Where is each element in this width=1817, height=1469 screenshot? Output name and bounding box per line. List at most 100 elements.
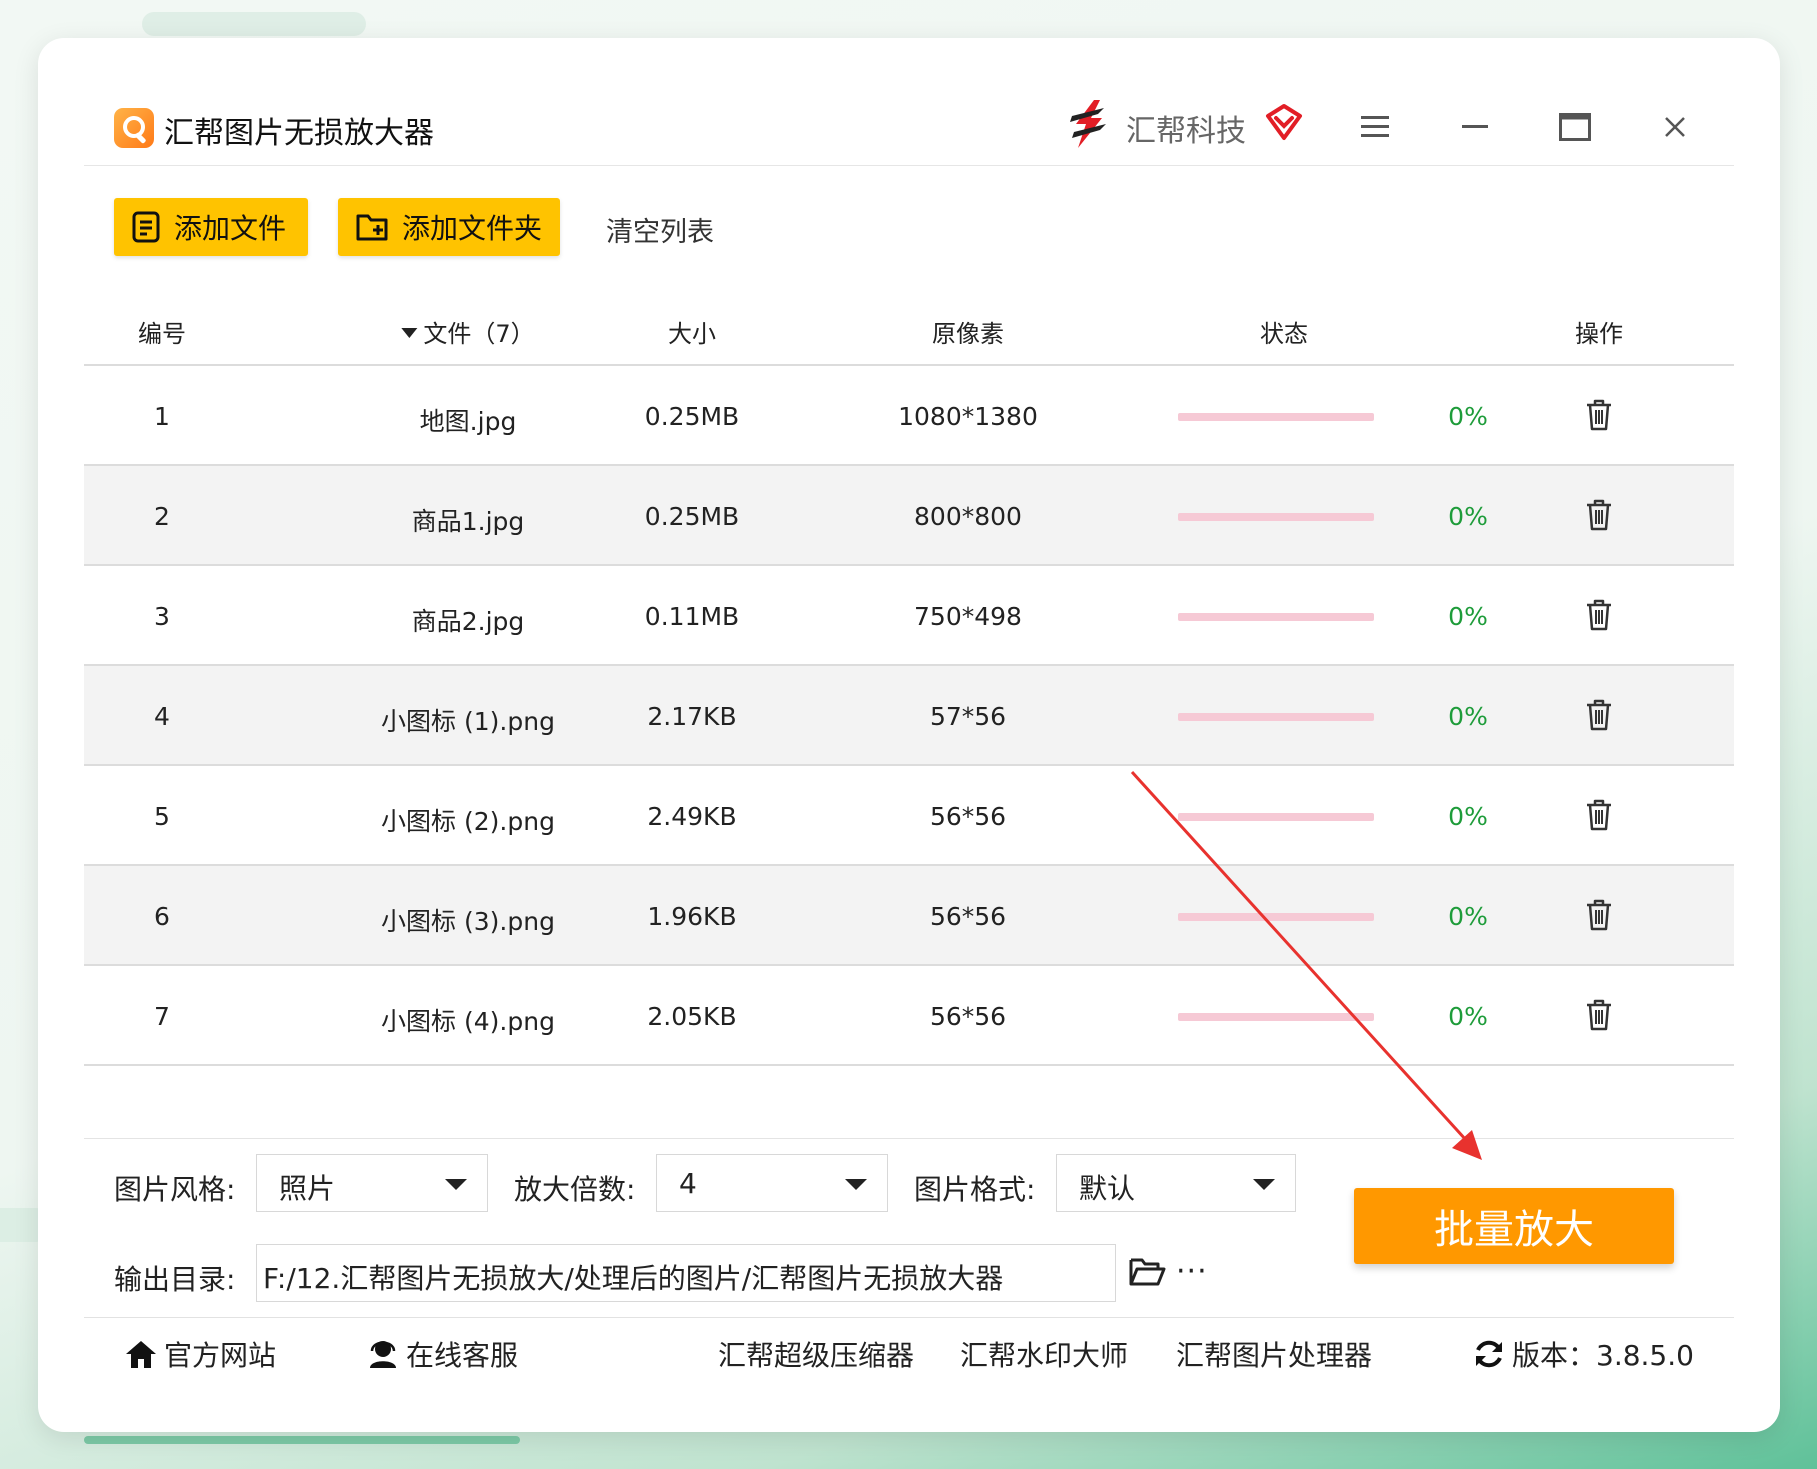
brand-logo-icon (1070, 100, 1106, 148)
column-header-pixels[interactable]: 原像素 (932, 314, 1004, 349)
version-info[interactable]: 版本：3.8.5.0 (1472, 1334, 1694, 1374)
background-decoration (84, 1436, 520, 1444)
add-folder-icon (356, 214, 388, 241)
table-row[interactable]: 5 小图标 (2).png 2.49KB 56*56 0% (84, 766, 1734, 866)
trash-icon[interactable] (1584, 398, 1614, 432)
table-row[interactable]: 1 地图.jpg 0.25MB 1080*1380 0% (84, 366, 1734, 466)
clear-list-link[interactable]: 清空列表 (606, 210, 714, 249)
output-dir-field[interactable]: F:/12.汇帮图片无损放大/处理后的图片/汇帮图片无损放大器 (256, 1244, 1116, 1302)
progress-percent: 0% (1448, 1002, 1488, 1031)
add-folder-button[interactable]: 添加文件夹 (338, 198, 560, 256)
watermark-link[interactable]: 汇帮水印大师 (960, 1334, 1128, 1374)
column-header-action: 操作 (1575, 320, 1623, 348)
row-file-name: 小图标 (4).png (381, 1007, 555, 1036)
table-row[interactable]: 7 小图标 (4).png 2.05KB 56*56 0% (84, 966, 1734, 1066)
column-header-file[interactable]: 文件（7） (401, 314, 535, 349)
table-row[interactable]: 2 商品1.jpg 0.25MB 800*800 0% (84, 466, 1734, 566)
progress-bar (1178, 1013, 1374, 1021)
format-select[interactable]: 默认 (1056, 1154, 1296, 1212)
hamburger-icon[interactable] (1354, 106, 1396, 148)
row-index: 7 (154, 1002, 170, 1031)
scale-value: 4 (679, 1167, 697, 1200)
footer-bar: 官方网站 在线客服 汇帮超级压缩器 汇帮水印大师 汇帮图片处理器 版本：3.8.… (84, 1317, 1734, 1384)
image-processor-link[interactable]: 汇帮图片处理器 (1176, 1334, 1372, 1374)
row-size: 2.49KB (647, 802, 737, 831)
add-folder-label: 添加文件夹 (402, 212, 543, 245)
column-header-size[interactable]: 大小 (668, 314, 716, 349)
close-icon[interactable] (1654, 106, 1696, 148)
divider (84, 1138, 1734, 1139)
row-size: 2.05KB (647, 1002, 737, 1031)
row-pixels: 750*498 (914, 602, 1022, 631)
column-header-index[interactable]: 编号 (138, 314, 186, 349)
maximize-icon[interactable] (1554, 106, 1596, 148)
row-file-name: 小图标 (3).png (381, 907, 555, 936)
compressor-link[interactable]: 汇帮超级压缩器 (718, 1334, 914, 1374)
progress-percent: 0% (1448, 602, 1488, 631)
column-header-file-label: 文件（7） (423, 320, 535, 348)
scale-select[interactable]: 4 (656, 1154, 888, 1212)
chevron-down-icon (1253, 1179, 1275, 1190)
title-bar: 汇帮图片无损放大器 汇帮科技 (84, 84, 1734, 166)
verified-badge-icon (1266, 104, 1302, 140)
trash-icon[interactable] (1584, 698, 1614, 732)
format-label: 图片格式: (914, 1173, 1036, 1206)
row-size: 2.17KB (647, 702, 737, 731)
progress-bar (1178, 813, 1374, 821)
row-pixels: 56*56 (929, 902, 1007, 931)
row-index: 6 (154, 902, 170, 931)
trash-icon[interactable] (1584, 998, 1614, 1032)
row-index: 4 (154, 702, 170, 731)
output-dir-value: F:/12.汇帮图片无损放大/处理后的图片/汇帮图片无损放大器 (263, 1262, 1004, 1295)
row-pixels: 800*800 (914, 502, 1022, 531)
column-header-status: 状态 (1260, 320, 1308, 348)
progress-percent: 0% (1448, 502, 1488, 531)
batch-enlarge-button[interactable]: 批量放大 (1354, 1188, 1674, 1264)
row-index: 3 (154, 602, 170, 631)
table-row[interactable]: 6 小图标 (3).png 1.96KB 56*56 0% (84, 866, 1734, 966)
official-site-label: 官方网站 (164, 1339, 277, 1372)
add-file-button[interactable]: 添加文件 (114, 198, 308, 256)
app-title: 汇帮图片无损放大器 (164, 116, 434, 151)
add-file-label: 添加文件 (174, 212, 287, 245)
scale-label: 放大倍数: (514, 1173, 636, 1206)
row-index: 2 (154, 502, 170, 531)
table-row[interactable]: 3 商品2.jpg 0.11MB 750*498 0% (84, 566, 1734, 666)
trash-icon[interactable] (1584, 898, 1614, 932)
folder-open-icon[interactable] (1128, 1252, 1166, 1288)
progress-percent: 0% (1448, 702, 1488, 731)
online-service-link[interactable]: 在线客服 (366, 1334, 518, 1374)
headset-icon (370, 1341, 396, 1368)
background-decoration (142, 12, 366, 36)
more-options-icon[interactable]: ··· (1176, 1254, 1208, 1289)
row-file-name: 小图标 (1).png (381, 707, 555, 736)
app-logo-icon (114, 108, 154, 148)
row-file-name: 商品2.jpg (411, 607, 525, 636)
table-row[interactable]: 4 小图标 (1).png 2.17KB 57*56 0% (84, 666, 1734, 766)
style-select[interactable]: 照片 (256, 1154, 488, 1212)
version-label: 版本：3.8.5.0 (1512, 1339, 1694, 1372)
row-pixels: 57*56 (929, 702, 1007, 731)
progress-percent: 0% (1448, 802, 1488, 831)
progress-percent: 0% (1448, 402, 1488, 431)
progress-bar (1178, 413, 1374, 421)
trash-icon[interactable] (1584, 798, 1614, 832)
chevron-down-icon (845, 1179, 867, 1190)
home-icon (126, 1341, 156, 1368)
progress-bar (1178, 713, 1374, 721)
trash-icon[interactable] (1584, 598, 1614, 632)
sort-down-icon (401, 328, 418, 338)
table-header: 编号 文件（7） 大小 原像素 状态 操作 (84, 294, 1734, 366)
output-label: 输出目录: (114, 1263, 236, 1296)
style-label: 图片风格: (114, 1173, 236, 1206)
trash-icon[interactable] (1584, 498, 1614, 532)
online-service-label: 在线客服 (406, 1339, 519, 1372)
file-table: 1 地图.jpg 0.25MB 1080*1380 0% 2 商品1.jpg 0… (84, 366, 1734, 1066)
row-file-name: 小图标 (2).png (381, 807, 555, 836)
row-file-name: 商品1.jpg (411, 507, 525, 536)
row-size: 0.25MB (644, 402, 740, 431)
official-site-link[interactable]: 官方网站 (124, 1334, 276, 1374)
row-index: 5 (154, 802, 170, 831)
minimize-icon[interactable] (1454, 106, 1496, 148)
row-size: 0.25MB (644, 502, 740, 531)
